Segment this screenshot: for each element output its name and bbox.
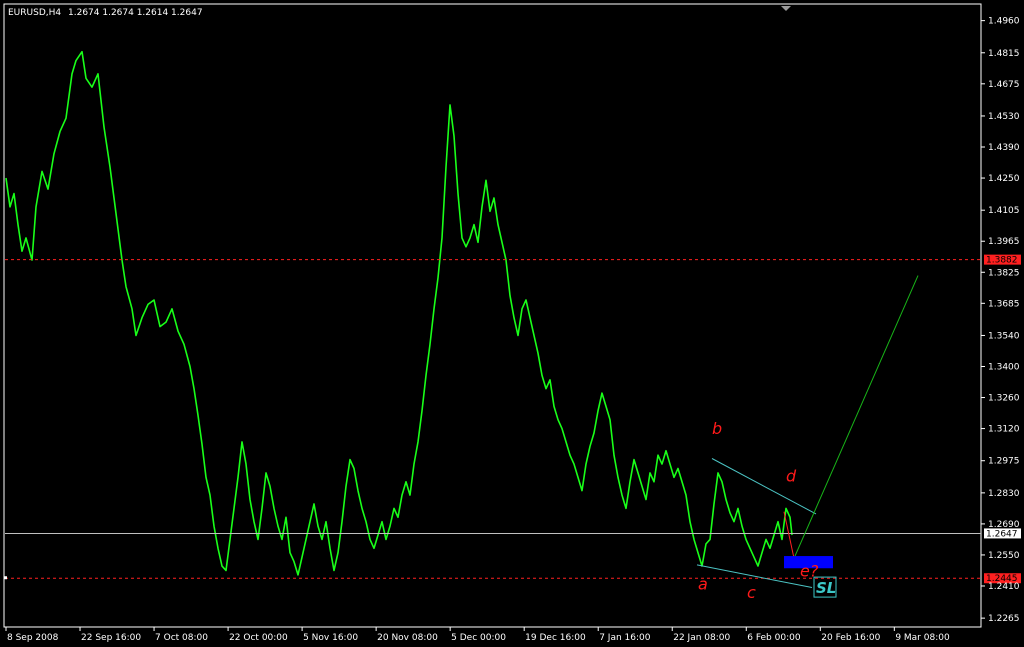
y-tick-label: 1.3260	[988, 394, 1020, 404]
x-tick-label: 22 Sep 16:00	[81, 633, 141, 643]
current-price-label: 1.2647	[986, 529, 1018, 539]
y-tick-label: 1.4675	[988, 80, 1020, 90]
chart-background	[0, 0, 1024, 647]
wave-label-c: c	[747, 583, 756, 602]
y-tick-label: 1.2410	[988, 582, 1020, 592]
ohlc-readout: 1.2674 1.2674 1.2614 1.2647	[68, 8, 203, 18]
y-tick-label: 1.4530	[988, 112, 1020, 122]
x-tick-label: 7 Oct 08:00	[155, 633, 208, 643]
y-tick-label: 1.2975	[988, 457, 1020, 467]
y-tick-label: 1.3540	[988, 331, 1020, 341]
y-tick-label: 1.3965	[988, 237, 1020, 247]
x-tick-label: 20 Nov 08:00	[377, 633, 438, 643]
sl-label: SL	[816, 579, 836, 597]
y-tick-label: 1.4815	[988, 49, 1020, 59]
x-tick-label: 7 Jan 16:00	[599, 633, 651, 643]
x-tick-label: 6 Feb 00:00	[747, 633, 801, 643]
y-tick-label: 1.3685	[988, 299, 1020, 309]
x-tick-label: 5 Nov 16:00	[303, 633, 358, 643]
y-tick-label: 1.2265	[988, 614, 1020, 624]
y-tick-label: 1.4250	[988, 174, 1020, 184]
left-level-marker	[4, 576, 7, 580]
wave-label-b: b	[712, 419, 722, 438]
wave-label-e: e?	[800, 562, 819, 581]
wave-label-d: d	[786, 466, 797, 485]
x-tick-label: 19 Dec 16:00	[525, 633, 586, 643]
y-tick-label: 1.4105	[988, 206, 1020, 216]
y-tick-label: 1.2830	[988, 489, 1020, 499]
wave-label-a: a	[698, 574, 708, 593]
x-tick-label: 22 Jan 08:00	[673, 633, 730, 643]
y-tick-label: 1.3825	[988, 268, 1020, 278]
y-tick-label: 1.4390	[988, 143, 1020, 153]
symbol-label: EURUSD,H4	[8, 8, 61, 18]
x-tick-label: 22 Oct 00:00	[229, 633, 288, 643]
x-tick-label: 8 Sep 2008	[7, 633, 59, 643]
x-tick-label: 9 Mar 08:00	[895, 633, 950, 643]
y-tick-label: 1.2550	[988, 551, 1020, 561]
price-chart[interactable]: EURUSD,H4 1.2674 1.2674 1.2614 1.2647 1.…	[0, 0, 1024, 647]
x-tick-label: 5 Dec 00:00	[451, 633, 506, 643]
x-tick-label: 20 Feb 16:00	[821, 633, 880, 643]
y-tick-label: 1.3400	[988, 362, 1020, 372]
level-tag-label: 1.3882	[986, 256, 1018, 266]
y-tick-label: 1.2690	[988, 520, 1020, 530]
y-tick-label: 1.3120	[988, 425, 1020, 435]
y-tick-label: 1.4960	[988, 17, 1020, 27]
